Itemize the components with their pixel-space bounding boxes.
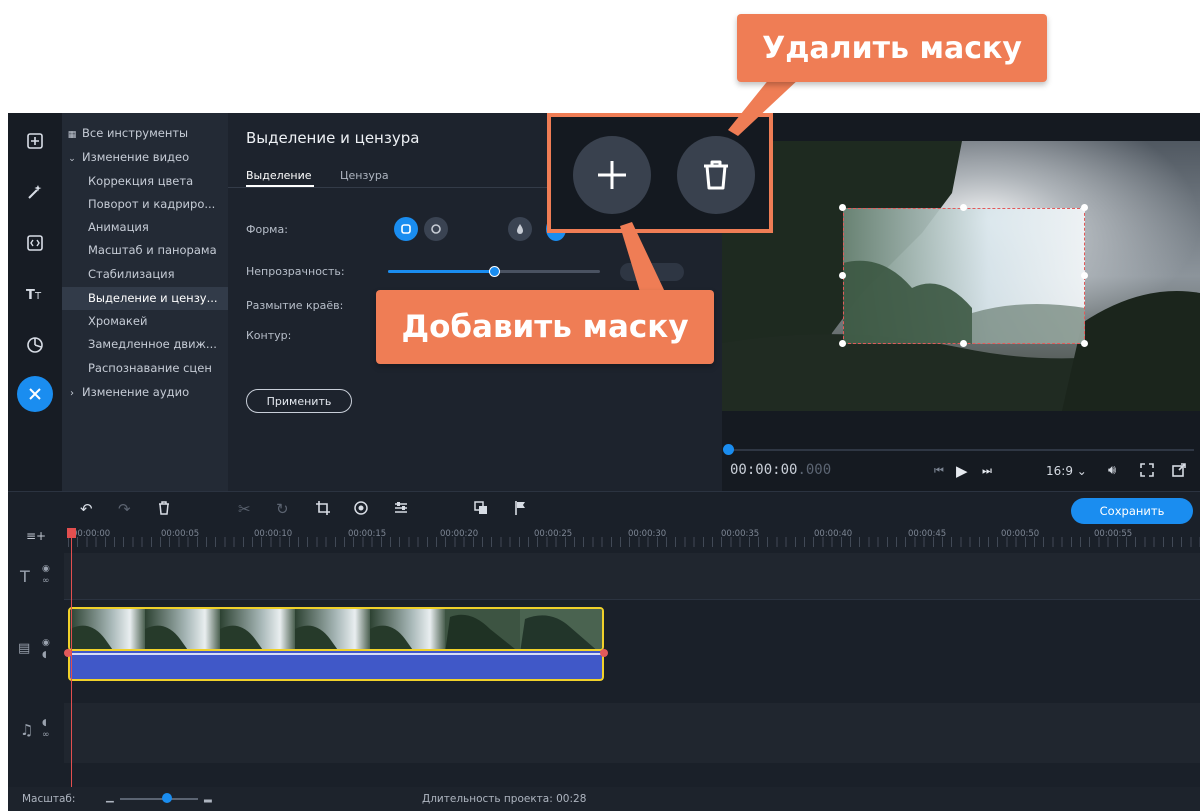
callout-pointers bbox=[620, 78, 800, 292]
add-mask-callout: Добавить маску bbox=[376, 290, 714, 364]
delete-mask-callout: Удалить маску bbox=[737, 14, 1047, 82]
